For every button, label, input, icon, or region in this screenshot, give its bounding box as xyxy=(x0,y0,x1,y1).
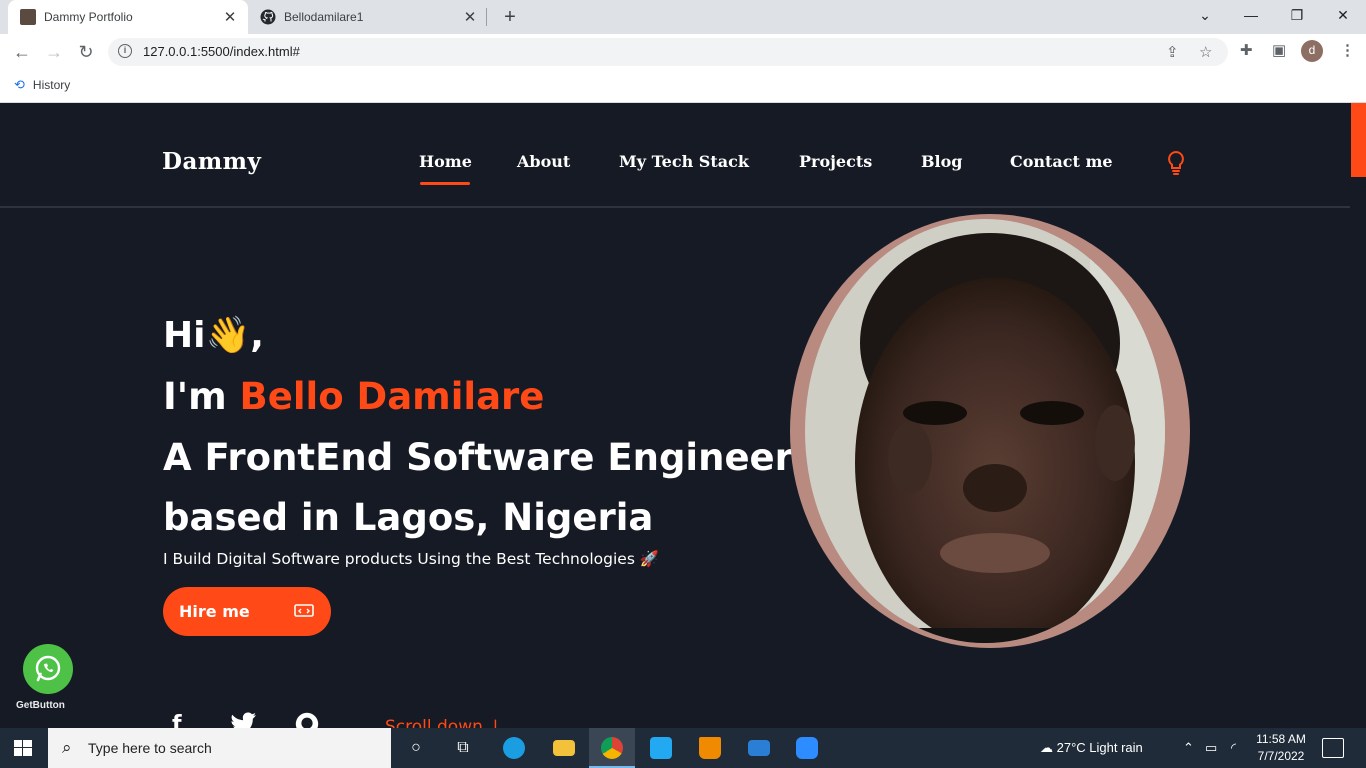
scroll-down-link[interactable]: Scroll down ↓ xyxy=(385,717,503,728)
windows-taskbar: ⌕ Type here to search ○ ⧉ ☁ 27°C Light r… xyxy=(0,728,1366,768)
task-view-icon[interactable]: ⧉ xyxy=(440,728,486,768)
hero-name: Bello Damilare xyxy=(239,375,545,418)
page-scrollbar-thumb[interactable] xyxy=(1351,103,1366,177)
whatsapp-chat-button[interactable] xyxy=(23,644,73,694)
tab-title: Bellodamilare1 xyxy=(284,10,364,24)
file-explorer-icon[interactable] xyxy=(541,728,587,768)
github-favicon-icon xyxy=(260,9,276,25)
browser-tab-strip: Dammy Portfolio ✕ Bellodamilare1 ✕ + ⌄ —… xyxy=(0,0,1366,34)
clock-date: 7/7/2022 xyxy=(1257,749,1305,763)
getbutton-credit[interactable]: GetButton xyxy=(16,700,65,711)
hero-role-line: A FrontEnd Software Engineer xyxy=(163,436,801,479)
browser-menu-icon[interactable]: ⋮ xyxy=(1340,41,1355,59)
profile-avatar[interactable]: d xyxy=(1301,40,1323,62)
site-info-icon[interactable]: i xyxy=(118,44,132,58)
bookmark-label: History xyxy=(32,78,71,92)
hero-intro: I'm Bello Damilare xyxy=(163,375,544,418)
hero-greeting: Hi👋, xyxy=(163,315,264,356)
tab-bellodamilare1[interactable]: Bellodamilare1 ✕ xyxy=(250,0,488,34)
site-logo[interactable]: Dammy xyxy=(162,148,261,175)
hire-me-button[interactable]: Hire me xyxy=(163,587,331,636)
cortana-icon[interactable]: ○ xyxy=(393,728,439,768)
hero-intro-prefix: I'm xyxy=(163,375,240,418)
portfolio-favicon-icon xyxy=(20,9,36,25)
weather-widget[interactable]: ☁ 27°C Light rain xyxy=(1040,740,1143,756)
forward-arrow-icon[interactable]: → xyxy=(41,40,67,64)
clock-time: 11:58 AM xyxy=(1256,732,1306,746)
tab-separator xyxy=(486,8,487,26)
hero-role: A FrontEnd Software Engineer xyxy=(163,436,793,479)
wifi-icon[interactable]: ◜ xyxy=(1231,740,1236,756)
scroll-down-label: Scroll down xyxy=(385,717,483,728)
facebook-icon[interactable]: f xyxy=(172,712,202,728)
history-clock-icon: ⟲ xyxy=(14,77,25,92)
twitter-icon[interactable] xyxy=(229,712,259,728)
nav-home[interactable]: Home xyxy=(419,152,472,171)
notification-center-icon[interactable] xyxy=(1322,738,1344,758)
tab-search-chevron-icon[interactable]: ⌄ xyxy=(1182,0,1228,30)
vscode-icon[interactable] xyxy=(638,728,684,768)
tray-overflow-chevron-icon[interactable]: ⌃ xyxy=(1183,740,1194,756)
close-tab-icon[interactable]: ✕ xyxy=(218,8,242,26)
windows-start-icon[interactable] xyxy=(14,740,32,756)
bookmark-history[interactable]: ⟲ History xyxy=(14,77,70,93)
reload-icon[interactable]: ↻ xyxy=(73,40,99,64)
header-divider xyxy=(0,206,1350,208)
scroll-down-arrow-icon: ↓ xyxy=(482,717,503,728)
nav-blog[interactable]: Blog xyxy=(921,152,962,171)
address-bar[interactable]: i 127.0.0.1:5500/index.html# ⇪ ☆ xyxy=(108,38,1228,66)
nav-contact[interactable]: Contact me xyxy=(1010,152,1113,171)
close-window-button[interactable]: ✕ xyxy=(1320,0,1366,30)
back-arrow-icon[interactable]: ← xyxy=(9,40,35,64)
edge-icon[interactable] xyxy=(491,728,537,768)
nav-about[interactable]: About xyxy=(517,152,570,171)
taskbar-clock[interactable]: 11:58 AM 7/7/2022 xyxy=(1250,731,1312,765)
side-panel-icon[interactable]: ▣ xyxy=(1272,41,1286,59)
profile-photo xyxy=(790,213,1190,648)
theme-toggle-bulb-icon[interactable] xyxy=(1166,150,1186,176)
hire-me-label: Hire me xyxy=(179,602,250,621)
mail-icon[interactable] xyxy=(736,728,782,768)
cloud-rain-icon: ☁ xyxy=(1040,740,1057,755)
tab-dammy-portfolio[interactable]: Dammy Portfolio ✕ xyxy=(8,0,248,34)
zoom-icon[interactable] xyxy=(784,728,830,768)
battery-icon[interactable]: ▭ xyxy=(1205,740,1217,756)
weather-text: 27°C Light rain xyxy=(1056,740,1143,755)
vlc-icon[interactable] xyxy=(687,728,733,768)
chrome-icon[interactable] xyxy=(589,728,635,768)
browser-toolbar: ← → ↻ i 127.0.0.1:5500/index.html# ⇪ ☆ ✚… xyxy=(0,34,1366,70)
new-tab-button[interactable]: + xyxy=(498,4,522,30)
bookmarks-bar: ⟲ History xyxy=(0,70,1366,103)
code-window-icon xyxy=(294,604,314,617)
tab-title: Dammy Portfolio xyxy=(44,10,133,24)
restore-button[interactable]: ❐ xyxy=(1274,0,1320,30)
search-icon: ⌕ xyxy=(62,738,72,757)
active-nav-indicator xyxy=(420,182,470,185)
github-icon[interactable] xyxy=(292,712,322,728)
nav-tech-stack[interactable]: My Tech Stack xyxy=(619,152,749,171)
share-icon[interactable]: ⇪ xyxy=(1166,43,1179,61)
portfolio-page: Dammy Home About My Tech Stack Projects … xyxy=(0,103,1350,728)
hero-subtitle: I Build Digital Software products Using … xyxy=(163,550,660,568)
page-scrollbar-track[interactable] xyxy=(1350,103,1366,728)
nav-projects[interactable]: Projects xyxy=(799,152,872,171)
extensions-puzzle-icon[interactable]: ✚ xyxy=(1240,41,1253,59)
bookmark-star-icon[interactable]: ☆ xyxy=(1199,43,1212,61)
hero-location: based in Lagos, Nigeria xyxy=(163,496,654,539)
search-placeholder: Type here to search xyxy=(88,740,212,756)
minimize-button[interactable]: — xyxy=(1228,0,1274,30)
taskbar-search-box[interactable]: ⌕ Type here to search xyxy=(48,728,391,768)
url-text[interactable]: 127.0.0.1:5500/index.html# xyxy=(143,44,300,59)
whatsapp-icon xyxy=(35,655,61,682)
close-tab-icon[interactable]: ✕ xyxy=(458,8,482,26)
